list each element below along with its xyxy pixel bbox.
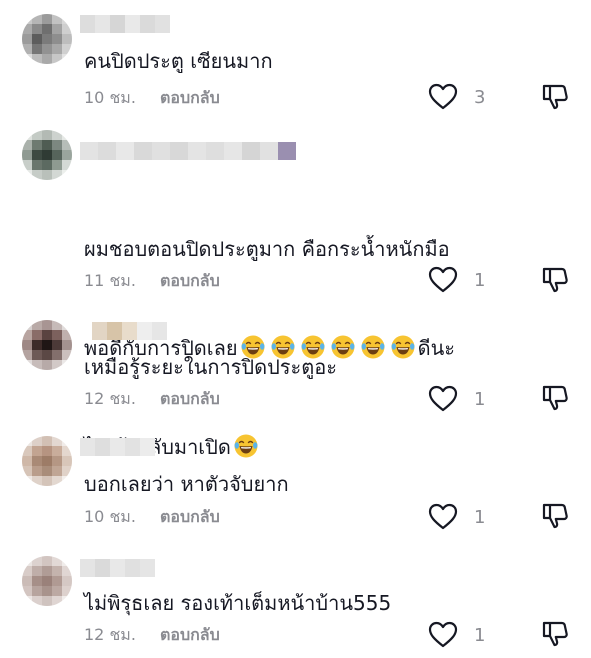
comment-text-line: ผมชอบตอนปิดประตูมาก คือกระน้ำหนักมือ	[84, 237, 450, 261]
laughing-crying-emoji	[234, 434, 258, 458]
like-button[interactable]: 3	[428, 82, 485, 112]
emoji-row	[231, 434, 261, 459]
like-button[interactable]: 1	[428, 384, 485, 414]
like-button[interactable]: 1	[428, 502, 485, 532]
reply-button[interactable]: ตอบกลับ	[160, 269, 220, 294]
reply-button[interactable]: ตอบกลับ	[160, 505, 220, 530]
like-count: 1	[474, 506, 486, 528]
avatar[interactable]	[22, 436, 72, 486]
comment-time: 10 ชม.	[84, 87, 136, 107]
username-blurred[interactable]	[80, 15, 170, 33]
comment-text: ไม่พิรุธเลย รองเท้าเต็มหน้าบ้าน555	[84, 591, 392, 615]
reply-button[interactable]: ตอบกลับ	[160, 387, 220, 412]
username-blurred[interactable]	[80, 142, 296, 160]
comment-text: เหมือรู้ระยะในการปิดประตูอะ	[84, 355, 338, 379]
comment-list: คนปิดประตู เซียนมาก 10 ชม. ตอบกลับ 3 ผมช…	[0, 0, 591, 658]
comment-text: บอกเลยว่า หาตัวจับยาก	[84, 472, 289, 496]
reply-button[interactable]: ตอบกลับ	[160, 86, 220, 111]
comment-time: 10 ชม.	[84, 506, 136, 526]
like-button[interactable]: 1	[428, 265, 485, 295]
heart-icon	[428, 503, 458, 530]
username-blurred[interactable]	[92, 322, 167, 340]
comment-meta: 10 ชม. ตอบกลับ	[84, 87, 220, 109]
thumbs-down-icon[interactable]	[540, 265, 570, 295]
like-count: 1	[474, 269, 486, 291]
comment-meta: 12 ชม. ตอบกลับ	[84, 388, 220, 410]
avatar[interactable]	[22, 130, 72, 180]
heart-icon	[428, 621, 458, 648]
like-count: 1	[474, 624, 486, 646]
reply-button[interactable]: ตอบกลับ	[160, 623, 220, 648]
comment-meta: 11 ชม. ตอบกลับ	[84, 270, 220, 292]
thumbs-down-icon[interactable]	[540, 82, 570, 112]
comment-time: 12 ชม.	[84, 624, 136, 644]
like-button[interactable]: 1	[428, 620, 485, 650]
comment-time: 12 ชม.	[84, 388, 136, 408]
thumbs-down-icon[interactable]	[540, 619, 570, 649]
heart-icon	[428, 83, 458, 110]
like-count: 1	[474, 388, 486, 410]
thumbs-down-icon[interactable]	[540, 383, 570, 413]
avatar[interactable]	[22, 556, 72, 606]
heart-icon	[428, 385, 458, 412]
avatar[interactable]	[22, 14, 72, 64]
username-blurred[interactable]	[80, 559, 155, 577]
thumbs-down-icon[interactable]	[540, 501, 570, 531]
comment-meta: 12 ชม. ตอบกลับ	[84, 624, 220, 646]
heart-icon	[428, 266, 458, 293]
comment-meta: 10 ชม. ตอบกลับ	[84, 506, 220, 528]
comment-time: 11 ชม.	[84, 270, 136, 290]
comment-text: คนปิดประตู เซียนมาก	[84, 49, 273, 73]
avatar[interactable]	[22, 320, 72, 370]
like-count: 3	[474, 86, 486, 108]
username-blurred[interactable]	[80, 438, 155, 456]
